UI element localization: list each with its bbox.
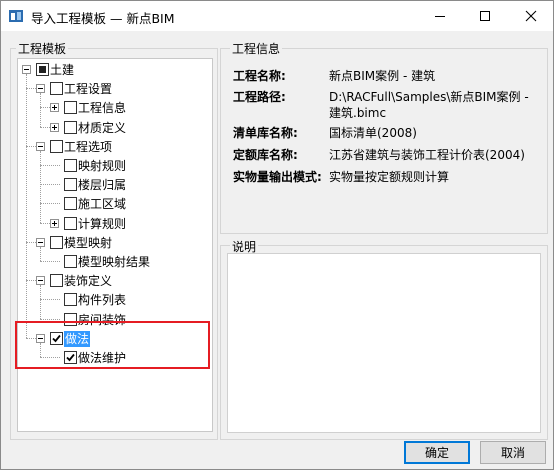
highlight-box — [15, 321, 210, 369]
collapse-icon[interactable] — [36, 84, 45, 94]
template-group-label: 工程模板 — [16, 40, 69, 57]
tree-checkbox[interactable] — [64, 178, 77, 192]
expand-icon[interactable] — [50, 122, 59, 132]
tree-node-label[interactable]: 材质定义 — [78, 120, 126, 136]
tree-connector — [26, 280, 36, 282]
tree-node-label[interactable]: 楼层归属 — [78, 177, 126, 193]
info-key: 清单库名称: — [233, 126, 298, 140]
close-icon — [525, 10, 537, 22]
tree-node-label[interactable]: 土建 — [50, 62, 74, 78]
tree-checkbox[interactable] — [50, 82, 63, 96]
info-value-continued: 建筑.bimc — [329, 106, 387, 120]
tree-connector — [40, 184, 60, 186]
tree-checkbox[interactable] — [64, 216, 77, 230]
tree-node-label[interactable]: 工程设置 — [64, 81, 112, 97]
tree-connector — [40, 203, 60, 205]
info-value: 国标清单(2008) — [329, 126, 417, 140]
expand-icon[interactable] — [50, 103, 59, 113]
tree-checkbox[interactable] — [64, 293, 77, 307]
tree-node-label[interactable]: 模型映射结果 — [78, 254, 150, 270]
tree-node-label[interactable]: 施工区域 — [78, 196, 126, 212]
info-panel: 工程名称: 新点BIM案例 - 建筑工程路径: D:\RACFull\Samples… — [227, 58, 541, 228]
maximize-button[interactable] — [462, 1, 508, 31]
info-value: 江苏省建筑与装饰工程计价表(2004) — [329, 148, 525, 162]
info-key: 实物量输出模式: — [233, 170, 322, 184]
tree-checkbox[interactable] — [50, 235, 63, 249]
tree-guide-line — [40, 150, 41, 223]
minimize-button[interactable] — [417, 1, 463, 31]
info-key: 工程名称: — [233, 69, 286, 83]
tree-checkbox[interactable] — [64, 159, 77, 172]
ok-button[interactable]: 确定 — [404, 441, 470, 464]
tree-node-label[interactable]: 映射规则 — [78, 158, 126, 174]
import-template-dialog: 导入工程模板 — 新点BIM 工程模板 土建 工程设置 工程信息 材质定义 工程选项 映射… — [0, 0, 554, 470]
app-icon — [9, 10, 23, 22]
maximize-icon — [480, 11, 490, 21]
cancel-button[interactable]: 取消 — [480, 441, 546, 464]
tree-checkbox[interactable] — [64, 101, 77, 115]
tree-connector — [40, 222, 50, 224]
tree-checkbox[interactable] — [50, 139, 63, 153]
tree-node-label[interactable]: 工程选项 — [64, 139, 112, 155]
tree-guide-line — [40, 246, 41, 261]
description-box[interactable] — [227, 253, 541, 433]
collapse-icon[interactable] — [36, 237, 45, 247]
tree-checkbox[interactable] — [64, 120, 77, 134]
info-value: 实物量按定额规则计算 — [329, 170, 450, 184]
info-group-label: 工程信息 — [230, 40, 283, 57]
expand-icon[interactable] — [50, 218, 59, 228]
close-button[interactable] — [508, 1, 554, 31]
tree-connector — [40, 107, 50, 109]
tree-connector — [40, 165, 60, 166]
tree-guide-line — [40, 285, 41, 319]
tree-node-label[interactable]: 构件列表 — [78, 292, 126, 308]
tree-guide-line — [40, 93, 41, 127]
info-value: 新点BIM案例 - 建筑 — [329, 69, 436, 83]
collapse-icon[interactable] — [36, 276, 45, 286]
tree-connector — [26, 145, 36, 147]
tree-connector — [40, 318, 60, 320]
tree-node-label[interactable]: 模型映射 — [64, 235, 112, 251]
info-key: 定额库名称: — [233, 148, 298, 162]
tree-connector — [40, 126, 50, 128]
collapse-icon[interactable] — [22, 65, 31, 74]
collapse-icon[interactable] — [36, 141, 45, 151]
template-tree[interactable]: 土建工程设置工程信息材质定义工程选项映射规则楼层归属施工区域计算规则模型映射模型… — [17, 58, 213, 432]
tree-node-label[interactable]: 装饰定义 — [64, 273, 112, 289]
tree-checkbox[interactable] — [36, 63, 49, 76]
tree-checkbox[interactable] — [50, 274, 63, 288]
tree-connector — [26, 88, 36, 90]
tree-node-label[interactable]: 计算规则 — [78, 216, 126, 232]
tree-node-label[interactable]: 工程信息 — [78, 100, 126, 116]
title-bar: 导入工程模板 — 新点BIM — [1, 1, 553, 31]
tree-guide-line — [26, 74, 27, 338]
tree-checkbox[interactable] — [64, 255, 77, 268]
tree-connector — [26, 241, 36, 243]
tree-connector — [40, 299, 60, 301]
window-title: 导入工程模板 — 新点BIM — [31, 11, 175, 26]
minimize-icon — [435, 15, 445, 17]
tree-connector — [40, 261, 60, 262]
tree-checkbox[interactable] — [64, 197, 77, 211]
info-value: D:\RACFull\Samples\新点BIM案例 - — [329, 90, 529, 104]
info-key: 工程路径: — [233, 90, 286, 104]
